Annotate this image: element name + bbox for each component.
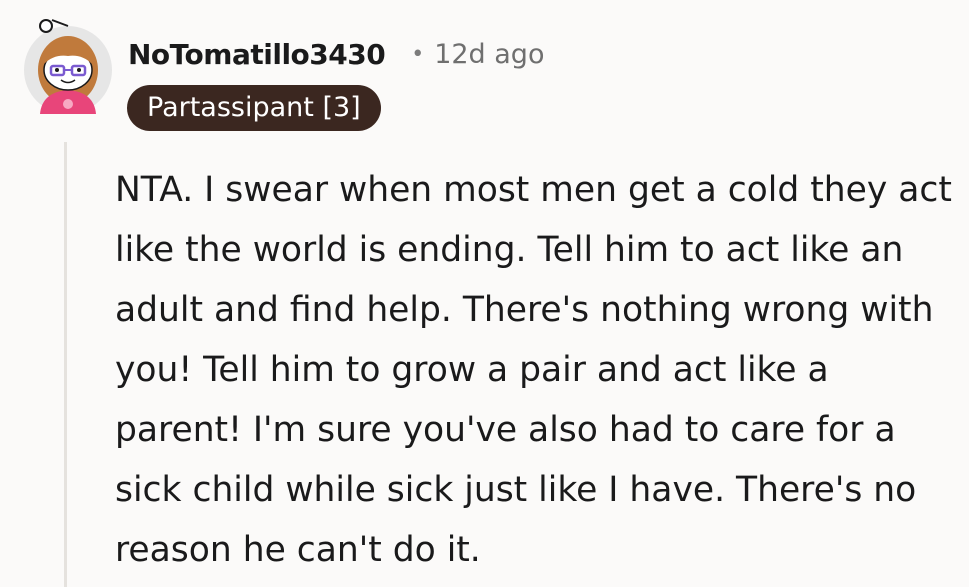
thread-collapse-line[interactable] (64, 142, 67, 587)
snoo-avatar-icon (24, 19, 112, 114)
user-flair-badge: Partassipant [3] (127, 85, 381, 131)
username-link[interactable]: NoTomatillo3430 (128, 38, 386, 71)
timestamp[interactable]: 12d ago (434, 39, 544, 70)
comment-header: NoTomatillo3430 • 12d ago (128, 30, 544, 78)
separator-dot: • (411, 41, 425, 67)
comment-body: NTA. I swear when most men get a cold th… (115, 170, 952, 570)
user-avatar[interactable] (22, 18, 114, 116)
comment: NoTomatillo3430 • 12d ago Partassipant [… (0, 0, 969, 587)
